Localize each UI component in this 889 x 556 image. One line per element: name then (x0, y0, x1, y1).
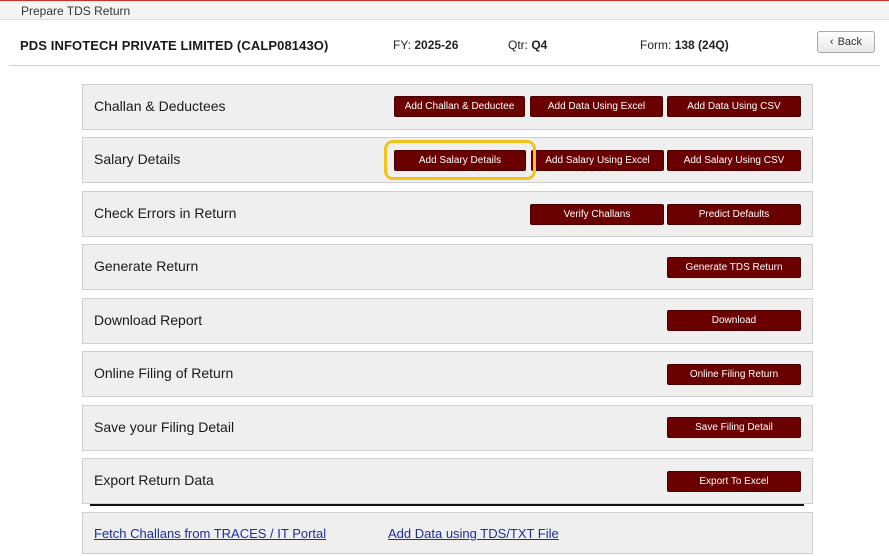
footer-links: Fetch Challans from TRACES / IT Portal A… (82, 512, 813, 554)
fetch-challans-link[interactable]: Fetch Challans from TRACES / IT Portal (94, 526, 326, 541)
section-label: Online Filing of Return (94, 365, 234, 381)
add-data-csv-button[interactable]: Add Data Using CSV (667, 96, 801, 117)
add-data-excel-button[interactable]: Add Data Using Excel (530, 96, 663, 117)
qtr-info: Qtr: Q4 (508, 38, 547, 52)
online-filing-return-button[interactable]: Online Filing Return (667, 364, 801, 385)
export-to-excel-button[interactable]: Export To Excel (667, 471, 801, 492)
section-online-filing: Online Filing of Return Online Filing Re… (82, 351, 813, 397)
predict-defaults-button[interactable]: Predict Defaults (667, 204, 801, 225)
verify-challans-button[interactable]: Verify Challans (530, 204, 664, 225)
fy-label: FY: (393, 38, 412, 52)
form-info: Form: 138 (24Q) (640, 38, 729, 52)
generate-tds-return-button[interactable]: Generate TDS Return (667, 257, 801, 278)
header-divider (9, 65, 880, 66)
window-title: Prepare TDS Return (21, 4, 131, 18)
back-button-label: Back (837, 36, 863, 48)
section-label: Download Report (94, 312, 203, 328)
add-salary-csv-button[interactable]: Add Salary Using CSV (667, 150, 801, 171)
section-challan-deductees: Challan & Deductees Add Challan & Deduct… (82, 84, 813, 130)
qtr-label: Qtr: (508, 38, 528, 52)
section-label: Save your Filing Detail (94, 419, 235, 435)
section-label: Challan & Deductees (94, 98, 226, 114)
section-divider (90, 504, 804, 506)
save-filing-detail-button[interactable]: Save Filing Detail (667, 417, 801, 438)
section-download-report: Download Report Download (82, 298, 813, 344)
fy-value: 2025-26 (414, 38, 459, 52)
section-export-data: Export Return Data Export To Excel (82, 458, 813, 504)
return-header: PDS INFOTECH PRIVATE LIMITED (CALP08143O… (0, 21, 889, 67)
chevron-left-icon: ‹ (829, 36, 834, 48)
form-label: Form: (640, 38, 672, 52)
window-titlebar: Prepare TDS Return (0, 0, 889, 20)
section-label: Export Return Data (94, 472, 214, 488)
section-label: Check Errors in Return (94, 205, 237, 221)
add-challan-deductee-button[interactable]: Add Challan & Deductee (394, 96, 525, 117)
qtr-value: Q4 (531, 38, 548, 52)
section-save-filing: Save your Filing Detail Save Filing Deta… (82, 405, 813, 451)
highlight-box (384, 140, 536, 180)
section-check-errors: Check Errors in Return Verify Challans P… (82, 191, 813, 237)
company-name: PDS INFOTECH PRIVATE LIMITED (CALP08143O… (20, 38, 329, 53)
add-tds-file-link[interactable]: Add Data using TDS/TXT File (388, 526, 559, 541)
section-label: Salary Details (94, 151, 181, 167)
section-generate-return: Generate Return Generate TDS Return (82, 244, 813, 290)
download-button[interactable]: Download (667, 310, 801, 331)
section-label: Generate Return (94, 258, 199, 274)
add-salary-excel-button[interactable]: Add Salary Using Excel (531, 150, 664, 171)
back-button[interactable]: ‹ Back (817, 31, 875, 53)
fy-info: FY: 2025-26 (393, 38, 458, 52)
form-value: 138 (24Q) (674, 38, 729, 52)
